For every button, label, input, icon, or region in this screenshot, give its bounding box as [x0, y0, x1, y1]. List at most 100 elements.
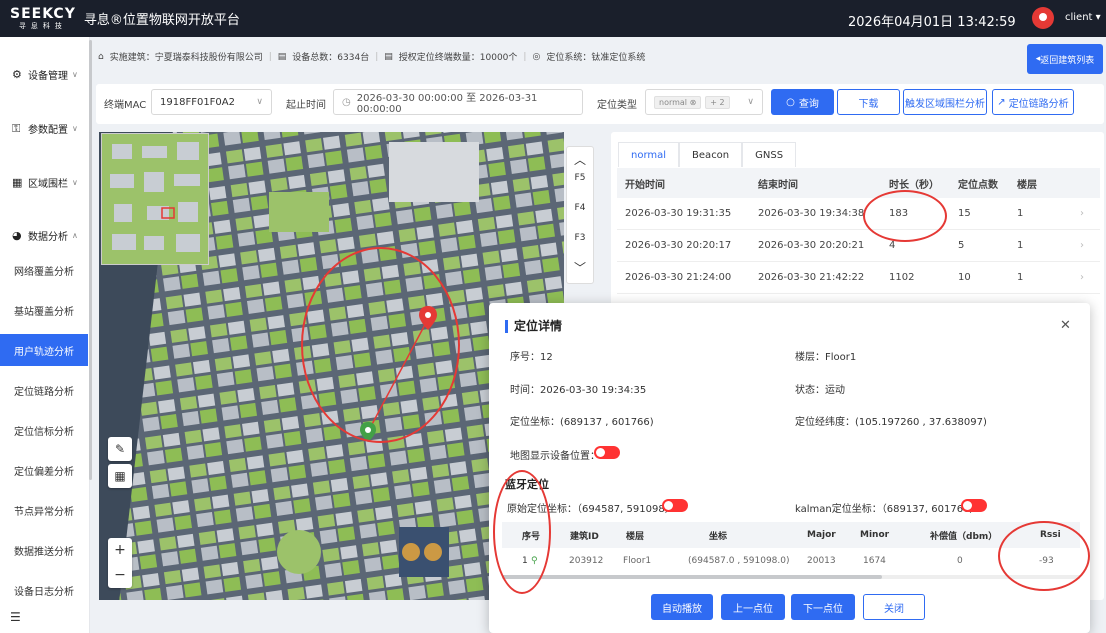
- sidebar-item-deviation[interactable]: 定位偏差分析: [0, 454, 88, 486]
- chevron-down-icon: ∨: [72, 177, 78, 187]
- query-label: 查询: [798, 98, 819, 110]
- minimap[interactable]: [101, 133, 209, 265]
- table-row[interactable]: 2026-03-30 20:20:17 2026-03-30 20:20:21 …: [617, 230, 1100, 262]
- group-label: 设备管理: [28, 70, 68, 82]
- annotation-circle: [998, 521, 1090, 591]
- grid-icon: ▦: [12, 175, 23, 189]
- type-label: 定位类型: [597, 100, 637, 111]
- fence-analysis-button[interactable]: 触发区域围栏分析: [903, 89, 987, 115]
- table-header: 开始时间 结束时间 时长（秒） 定位点数 楼层: [617, 168, 1100, 198]
- gear-icon: ⚙: [12, 67, 22, 81]
- logo-sub: 寻息科技: [18, 22, 67, 30]
- cell-building-id: 203912: [569, 556, 604, 566]
- chevron-down-icon: ∨: [72, 123, 78, 133]
- sidebar-group-params[interactable]: ⚿ 参数配置 ∨: [0, 118, 90, 138]
- col-coord: 坐标: [709, 531, 728, 542]
- zoom-in-button[interactable]: +: [108, 538, 132, 563]
- show-device-label: 地图显示设备位置：: [510, 451, 600, 462]
- chevron-right-icon[interactable]: ›: [1080, 198, 1084, 229]
- cell-compensation: 0: [957, 556, 963, 566]
- zoom-control: + −: [108, 538, 132, 588]
- zoom-out-button[interactable]: −: [108, 563, 132, 588]
- next-point-button[interactable]: 下一点位: [791, 594, 855, 620]
- show-device-toggle[interactable]: [594, 446, 620, 459]
- grid-icon[interactable]: ▦: [108, 464, 132, 488]
- mac-value: 1918FF01F0A2: [160, 96, 235, 108]
- detail-coord: 定位坐标：(689137 , 601766): [510, 417, 654, 428]
- sidebar-item-beacon[interactable]: 定位信标分析: [0, 414, 88, 446]
- raw-coord-toggle[interactable]: [662, 499, 688, 512]
- autoplay-button[interactable]: 自动播放: [651, 594, 713, 620]
- ruler-icon[interactable]: ✎: [108, 437, 132, 461]
- chevron-right-icon[interactable]: ›: [1080, 230, 1084, 261]
- sidebar-group-analysis[interactable]: ◕ 数据分析 ∧: [0, 225, 90, 245]
- cell-coord: (694587.0 , 591098.0): [688, 556, 790, 566]
- group-label: 参数配置: [28, 124, 68, 136]
- kalman-coord-toggle[interactable]: [961, 499, 987, 512]
- cell-end: 2026-03-30 21:42:22: [758, 272, 865, 283]
- info-bar: ⌂ 实施建筑：宁夏瑞泰科技股份有限公司 | ▤ 设备总数：6334台 | ▤ 授…: [98, 51, 646, 64]
- col-end: 结束时间: [758, 179, 798, 191]
- cell-points: 10: [958, 272, 971, 283]
- sidebar-item-log[interactable]: 设备日志分析: [0, 574, 88, 606]
- back-label: 返回建筑列表: [1040, 55, 1095, 66]
- annotation-circle: [301, 247, 460, 443]
- logo: SEEKCY 寻息科技: [10, 7, 76, 30]
- sidebar-group-device[interactable]: ⚙ 设备管理 ∨: [0, 64, 90, 84]
- tab-gnss[interactable]: GNSS: [742, 142, 797, 167]
- time-label: 起止时间: [286, 100, 326, 111]
- sidebar-group-fence[interactable]: ▦ 区域围栏 ∨: [0, 172, 90, 192]
- sidebar-item-network[interactable]: 网络覆盖分析: [0, 254, 88, 286]
- query-button[interactable]: ○ 查询: [771, 89, 834, 115]
- floor-f5[interactable]: F5: [567, 173, 593, 183]
- link-analysis-button[interactable]: ↗ 定位链路分析: [992, 89, 1074, 115]
- close-icon[interactable]: ✕: [1060, 318, 1071, 333]
- beacon-table-row[interactable]: 1 ⚲ 203912 Floor1 (694587.0 , 591098.0) …: [502, 548, 1080, 574]
- sidebar-item-station[interactable]: 基站覆盖分析: [0, 294, 88, 326]
- chevron-up-icon[interactable]: ︿: [567, 151, 593, 168]
- table-row[interactable]: 2026-03-30 21:24:00 2026-03-30 21:42:22 …: [617, 262, 1100, 294]
- type-tag[interactable]: normal ⊗: [654, 95, 702, 109]
- cell-end: 2026-03-30 20:20:21: [758, 240, 865, 251]
- sidebar-item-link[interactable]: 定位链路分析: [0, 374, 88, 406]
- license-icon: ▤: [384, 51, 393, 62]
- type-tag-more: + 2: [705, 95, 730, 109]
- download-button[interactable]: 下载: [837, 89, 900, 115]
- location-detail-dialog: [489, 303, 1090, 633]
- sidebar-item-track[interactable]: 用户轨迹分析: [0, 334, 88, 366]
- menu-icon[interactable]: ☰: [10, 610, 21, 624]
- avatar[interactable]: [1032, 7, 1054, 29]
- group-label: 区域围栏: [28, 178, 68, 190]
- close-button[interactable]: 关闭: [863, 594, 925, 620]
- chevron-down-icon[interactable]: ﹀: [567, 259, 593, 276]
- col-floor: 楼层: [1017, 179, 1037, 191]
- table-scrollbar[interactable]: [502, 575, 1080, 579]
- sidebar-item-push[interactable]: 数据推送分析: [0, 534, 88, 566]
- col-start: 开始时间: [625, 179, 665, 191]
- prev-point-button[interactable]: 上一点位: [721, 594, 785, 620]
- sidebar-scrollbar[interactable]: [89, 40, 92, 480]
- type-select[interactable]: normal ⊗ + 2 ∨: [645, 89, 763, 115]
- back-button[interactable]: ◂ 返回建筑列表: [1027, 44, 1103, 74]
- detail-floor: 楼层：Floor1: [795, 352, 857, 363]
- table-row[interactable]: 2026-03-30 19:31:35 2026-03-30 19:34:38 …: [617, 198, 1100, 230]
- logo-brand: SEEKCY: [10, 6, 76, 22]
- chevron-down-icon: ∨: [256, 97, 263, 107]
- floor-f3[interactable]: F3: [567, 233, 593, 243]
- mac-select[interactable]: 1918FF01F0A2 ∨: [151, 89, 272, 115]
- time-range-input[interactable]: ◷ 2026-03-30 00:00:00 至 2026-03-31 00:00:…: [333, 89, 583, 115]
- chevron-right-icon[interactable]: ›: [1080, 262, 1084, 293]
- floor-f4[interactable]: F4: [567, 203, 593, 213]
- tab-normal[interactable]: normal: [618, 142, 680, 167]
- group-label: 数据分析: [28, 231, 68, 243]
- system-icon: ◎: [532, 51, 541, 62]
- license-count: 授权定位终端数量：10000个: [398, 53, 518, 63]
- detail-latlng: 定位经纬度：(105.197260 , 37.638097): [795, 417, 987, 428]
- cell-floor: 1: [1017, 240, 1024, 251]
- datetime: 2026年04月01日 13:42:59: [848, 15, 1016, 30]
- user-menu[interactable]: client ▾: [1065, 12, 1101, 23]
- tab-beacon[interactable]: Beacon: [679, 142, 743, 167]
- sidebar-item-node[interactable]: 节点异常分析: [0, 494, 88, 526]
- device-icon: ▤: [277, 51, 287, 62]
- cell-floor: 1: [1017, 272, 1024, 283]
